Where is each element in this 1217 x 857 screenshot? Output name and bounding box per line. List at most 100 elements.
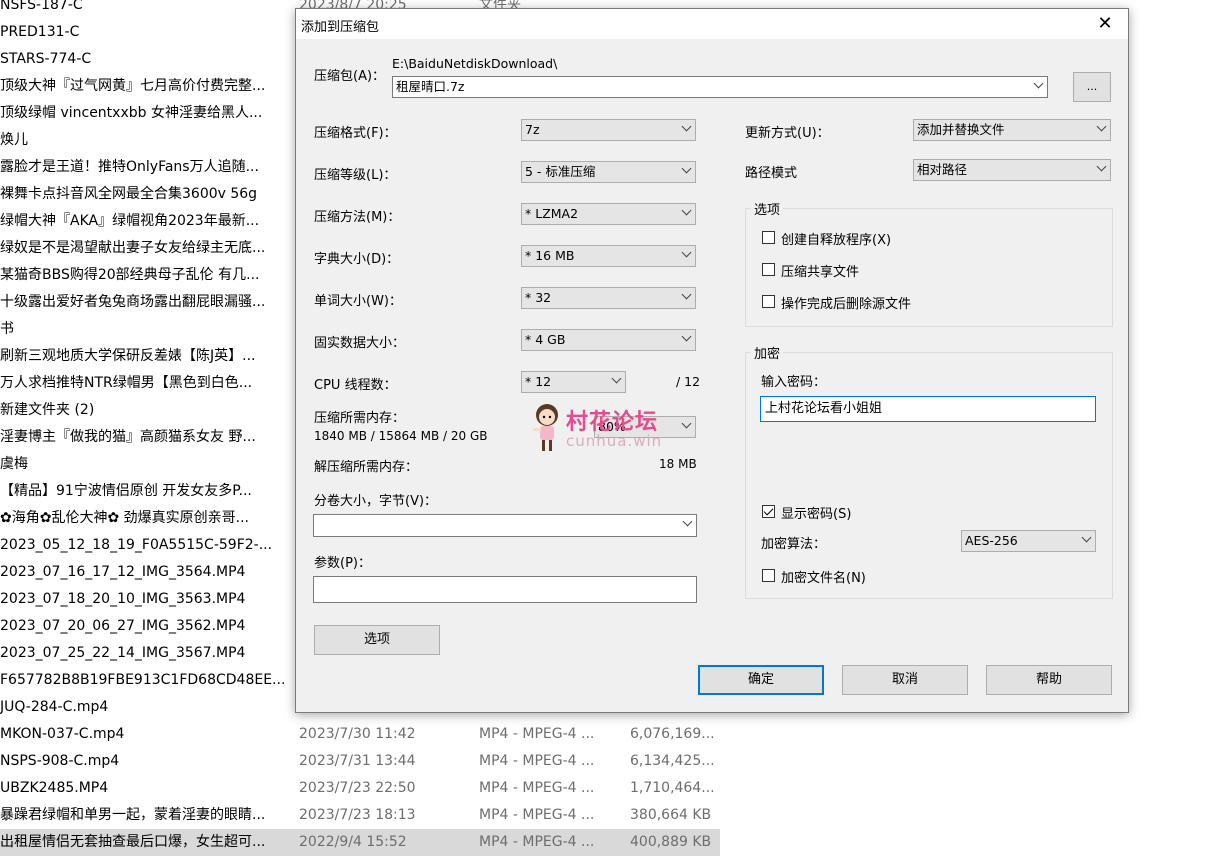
solid-select[interactable]: * 4 GB: [521, 329, 696, 351]
dialog-title: 添加到压缩包: [301, 20, 380, 35]
file-name: ✿海角✿乱伦大神✿ 劲爆真实原创亲哥...: [0, 510, 249, 526]
split-label: 分卷大小，字节(V)：: [314, 494, 438, 509]
solid-value: * 4 GB: [525, 332, 566, 347]
encryption-group-title: 加密: [751, 343, 784, 362]
level-select[interactable]: 5 - 标准压缩: [521, 161, 696, 183]
file-size: 1,710,464...: [630, 780, 715, 796]
shared-checkbox[interactable]: [762, 263, 775, 276]
chevron-down-icon: [611, 373, 622, 384]
file-name: 虞梅: [0, 456, 28, 472]
file-name: 顶级大神『过气网黄』七月高价付费完整...: [0, 78, 266, 94]
encrypt-names-checkbox[interactable]: [762, 569, 775, 582]
threads-select[interactable]: * 12: [521, 371, 626, 393]
delete-checkbox[interactable]: [762, 295, 775, 308]
file-row[interactable]: MKON-037-C.mp4 2023/7/30 11:42 MP4 - MPEG-…: [0, 721, 720, 748]
file-name: 新建文件夹 (2): [0, 402, 95, 418]
file-size: 400,889 KB: [630, 834, 712, 850]
file-name: JUQ-284-C.mp4: [0, 699, 109, 715]
word-select[interactable]: * 32: [521, 287, 696, 309]
archive-name-value: 租屋晴口.7z: [396, 79, 465, 94]
file-name: 2023_07_20_06_27_IMG_3562.MP4: [0, 618, 246, 634]
file-size: 380,664 KB: [630, 807, 712, 823]
watermark-girl-icon: [533, 404, 558, 451]
show-password-label: 显示密码(S): [781, 507, 852, 522]
mem-decomp-label: 解压缩所需内存：: [314, 460, 419, 475]
file-type: MP4 - MPEG-4 ...: [479, 807, 595, 823]
ok-button[interactable]: 确定: [698, 665, 824, 695]
file-date: 2023/7/30 11:42: [299, 726, 416, 742]
level-value: 5 - 标准压缩: [525, 164, 596, 179]
method-label: 压缩方法(M)：: [314, 210, 401, 225]
split-size-combo[interactable]: [313, 514, 697, 537]
method-select[interactable]: * LZMA2: [521, 203, 696, 225]
dict-label: 字典大小(D)：: [314, 252, 400, 267]
options-button[interactable]: 选项: [314, 625, 440, 655]
file-name: 2023_07_16_17_12_IMG_3564.MP4: [0, 564, 246, 580]
chevron-down-icon: [681, 289, 692, 300]
help-button[interactable]: 帮助: [986, 665, 1112, 695]
chevron-down-icon: [1033, 78, 1044, 89]
archive-name-combo[interactable]: 租屋晴口.7z: [392, 76, 1048, 98]
watermark: 村花论坛 cunhua.win: [530, 402, 690, 458]
file-name: 暴躁君绿帽和单男一起，蒙着淫妻的眼睛...: [0, 807, 266, 823]
file-name: STARS-774-C: [0, 51, 92, 67]
dict-select[interactable]: * 16 MB: [521, 245, 696, 267]
params-input[interactable]: [313, 576, 697, 603]
sfx-label: 创建自释放程序(X): [781, 233, 892, 248]
options-group-title: 选项: [751, 199, 784, 218]
file-name: 书: [0, 321, 14, 337]
encrypt-names-label: 加密文件名(N): [781, 571, 866, 586]
file-type: MP4 - MPEG-4 ...: [479, 726, 595, 742]
show-password-checkbox[interactable]: [762, 505, 775, 518]
file-name: UBZK2485.MP4: [0, 780, 109, 796]
file-name: 焕儿: [0, 132, 28, 148]
encryption-method-value: AES-256: [965, 533, 1018, 548]
method-value: * LZMA2: [525, 206, 579, 221]
path-select[interactable]: 相对路径: [913, 159, 1111, 181]
file-row[interactable]: NSPS-908-C.mp4 2023/7/31 13:44 MP4 - MPEG-…: [0, 748, 720, 775]
encryption-method-select[interactable]: AES-256: [961, 530, 1096, 552]
sfx-checkbox[interactable]: [762, 231, 775, 244]
file-row[interactable]: 暴躁君绿帽和单男一起，蒙着淫妻的眼睛... 2023/7/23 18:13 MP4 …: [0, 802, 720, 829]
chevron-down-icon: [681, 163, 692, 174]
file-name: 2023_05_12_18_19_F0A5515C-59F2-...: [0, 537, 273, 553]
file-name: 【精品】91宁波情侣原创 开发女友多P...: [0, 483, 252, 499]
file-date: 2023/7/23 22:50: [299, 780, 416, 796]
browse-button[interactable]: ...: [1073, 72, 1111, 102]
file-name: NSFS-187-C: [0, 0, 83, 13]
file-size: 6,076,169...: [630, 726, 715, 742]
chevron-down-icon: [682, 516, 693, 527]
threads-total: / 12: [676, 374, 701, 389]
word-label: 单词大小(W)：: [314, 294, 402, 309]
file-name: 绿帽大神『AKA』绿帽视角2023年最新...: [0, 213, 260, 229]
params-label: 参数(P)：: [314, 556, 371, 571]
file-name: 刷新三观地质大学保研反差婊【陈J英】...: [0, 348, 256, 364]
file-row[interactable]: 出租屋情侣无套抽查最后口爆，女生超可... 2022/9/4 15:52 MP4 -…: [0, 829, 720, 856]
file-row[interactable]: UBZK2485.MP4 2023/7/23 22:50 MP4 - MPEG-4 …: [0, 775, 720, 802]
add-to-archive-dialog: 添加到压缩包 ✕ 压缩包(A)： E:\BaiduNetdiskDownload…: [295, 8, 1129, 713]
path-value: 相对路径: [917, 162, 968, 177]
file-name: 某猫奇BBS购得20部经典母子乱伦 有几...: [0, 267, 260, 283]
update-select[interactable]: 添加并替换文件: [913, 119, 1111, 141]
file-name: 裸舞卡点抖音风全网最全合集3600v 56g: [0, 186, 258, 202]
password-label: 输入密码：: [761, 375, 827, 390]
format-value: 7z: [525, 122, 540, 137]
path-label: 路径模式: [745, 166, 798, 181]
file-size: 6,134,425...: [630, 753, 715, 769]
file-name: F657782B8B19FBE913C1FD68CD48EE...: [0, 672, 286, 688]
file-name: 万人求档推特NTR绿帽男【黑色到白色...: [0, 375, 253, 391]
format-select[interactable]: 7z: [521, 119, 696, 141]
watermark-subtitle: cunhua.win: [566, 432, 663, 450]
file-date: 2023/7/23 18:13: [299, 807, 416, 823]
password-input[interactable]: 上村花论坛看小姐姐: [760, 396, 1096, 422]
archive-path: E:\BaiduNetdiskDownload\: [392, 56, 558, 71]
close-button[interactable]: ✕: [1088, 12, 1122, 36]
update-value: 添加并替换文件: [917, 122, 1005, 137]
cancel-button[interactable]: 取消: [842, 665, 968, 695]
chevron-down-icon: [1081, 532, 1092, 543]
file-name: NSPS-908-C.mp4: [0, 753, 120, 769]
chevron-down-icon: [1096, 121, 1107, 132]
chevron-down-icon: [1096, 161, 1107, 172]
encryption-method-label: 加密算法：: [761, 537, 827, 552]
file-name: 顶级绿帽 vincentxxbb 女神淫妻给黑人...: [0, 105, 263, 121]
